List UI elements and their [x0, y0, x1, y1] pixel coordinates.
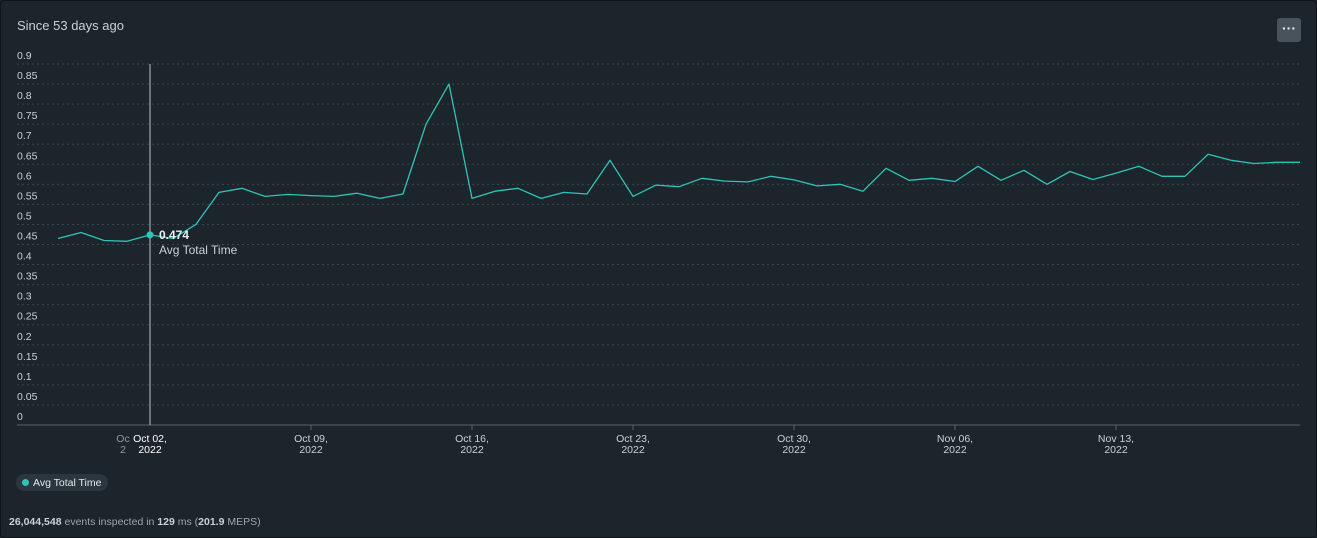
line-chart[interactable]: 0 0.05 0.1 0.15 0.2 0.25 0.3 0.35 0.4 0.45 0.5 0.55… — [0, 0, 1317, 470]
y-tick-label: 0.8 — [17, 90, 32, 102]
x-tick-label: 2022 — [460, 444, 484, 456]
x-tick-label: 2 — [120, 444, 126, 456]
series-line-avg-total-time — [57, 83, 1300, 242]
x-tick-label: 2022 — [943, 444, 967, 456]
y-tick-label: 0.55 — [17, 190, 38, 202]
y-tick-label: 0.5 — [17, 210, 32, 222]
meps-text: MEPS) — [224, 516, 261, 528]
y-tick-label: 0.45 — [17, 231, 38, 243]
legend-label: Avg Total Time — [33, 476, 102, 489]
y-tick-label: 0.3 — [17, 291, 32, 303]
events-text: events inspected in — [61, 516, 158, 528]
tooltip-value: 0.474 — [159, 228, 189, 242]
y-tick-label: 0.65 — [17, 150, 38, 162]
hover-point — [146, 231, 154, 239]
tooltip-series-label: Avg Total Time — [159, 243, 238, 257]
y-tick-label: 0.85 — [17, 70, 38, 82]
legend-swatch — [22, 479, 29, 486]
legend-item-avg-total-time[interactable]: Avg Total Time — [16, 474, 109, 491]
y-tick-label: 0.75 — [17, 110, 38, 122]
y-tick-label: 0.7 — [17, 130, 32, 142]
events-count: 26,044,548 — [9, 516, 62, 528]
ms-value: 129 — [157, 516, 175, 528]
y-tick-label: 0.4 — [17, 251, 32, 263]
x-tick-label: 2022 — [1104, 444, 1128, 456]
hover-x-tick-label: 2022 — [138, 444, 162, 456]
y-tick-label: 0.1 — [17, 371, 32, 383]
meps-value: 201.9 — [198, 516, 225, 528]
y-tick-label: 0.35 — [17, 271, 38, 283]
x-tick-label: 2022 — [621, 444, 645, 456]
ms-text: ms ( — [174, 516, 199, 528]
y-tick-label: 0.25 — [17, 311, 38, 323]
x-tick-label: 2022 — [782, 444, 806, 456]
y-tick-label: 0.2 — [17, 331, 32, 343]
query-stats: 26,044,548 events inspected in 129 ms (2… — [9, 516, 261, 528]
y-tick-label: 0.6 — [17, 170, 32, 182]
y-tick-label: 0.9 — [17, 50, 32, 62]
y-tick-label: 0 — [17, 411, 23, 423]
y-tick-label: 0.05 — [17, 391, 38, 403]
y-tick-label: 0.15 — [17, 351, 38, 363]
x-tick-label: 2022 — [299, 444, 323, 456]
